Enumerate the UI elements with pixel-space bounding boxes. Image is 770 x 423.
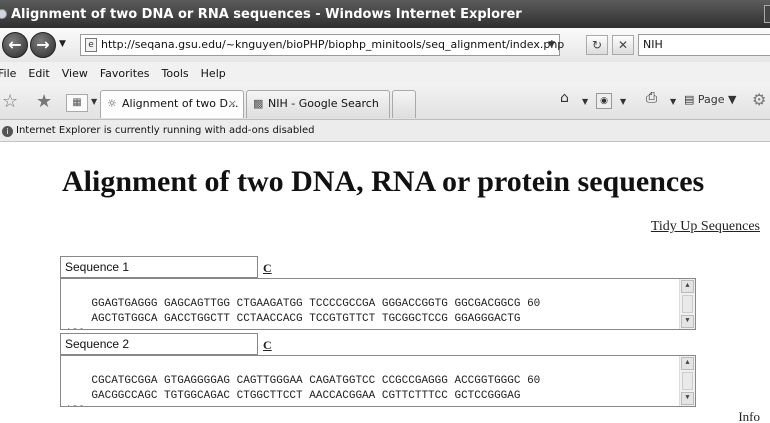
sequence2-textarea[interactable]: CGCATGCGGA GTGAGGGGAG CAGTTGGGAA CAGATGG…: [60, 355, 696, 407]
refresh-button[interactable]: ↻: [586, 35, 608, 55]
sequence1-scrollbar[interactable]: ▲ ▼: [679, 279, 695, 329]
sequence2-clear-link[interactable]: C: [263, 338, 272, 353]
menu-item-view[interactable]: View: [62, 67, 88, 80]
recent-pages-dropdown-icon[interactable]: ▼: [59, 39, 66, 49]
quick-tabs-icon[interactable]: ▦: [66, 94, 88, 112]
home-icon[interactable]: ⌂: [560, 90, 569, 106]
stop-button[interactable]: ✕: [612, 35, 634, 55]
new-tab-button[interactable]: [392, 90, 416, 118]
address-dropdown-icon[interactable]: ▼: [548, 35, 555, 55]
feeds-dropdown-icon[interactable]: ▼: [620, 97, 626, 106]
information-bar[interactable]: i Internet Explorer is currently running …: [0, 120, 770, 142]
minimize-button[interactable]: [764, 5, 770, 23]
scroll-up-icon[interactable]: ▲: [681, 357, 694, 370]
print-dropdown-icon[interactable]: ▼: [670, 97, 676, 106]
menu-item-edit[interactable]: Edit: [28, 67, 49, 80]
menu-item-tools[interactable]: Tools: [162, 67, 189, 80]
page-title: Alignment of two DNA, RNA or protein seq…: [62, 165, 705, 198]
info-label: Info: [738, 409, 760, 423]
sequence2-scrollbar[interactable]: ▲ ▼: [679, 356, 695, 406]
sequence1-text: GGAGTGAGGG GAGCAGTTGG CTGAAGATGG TCCCCGC…: [65, 298, 541, 329]
sequence1-name-field[interactable]: Sequence 1: [60, 256, 258, 278]
sequence1-textarea[interactable]: GGAGTGAGGG GAGCAGTTGG CTGAAGATGG TCCCCGC…: [60, 278, 696, 330]
tab-alignment-label: Alignment of two D...: [122, 97, 239, 110]
address-toolbar: ← → ▼ e http://seqana.gsu.edu/~knguyen/b…: [0, 28, 770, 62]
home-dropdown-icon[interactable]: ▼: [582, 97, 588, 106]
ie-page-icon: ☼: [107, 97, 117, 110]
tab-nih-google-search[interactable]: ▩ NIH - Google Search: [246, 90, 390, 118]
menu-bar: File Edit View Favorites Tools Help: [0, 62, 770, 84]
back-button[interactable]: ←: [2, 32, 28, 58]
sequence2-name-field[interactable]: Sequence 2: [60, 333, 258, 355]
sequence2-text: CGCATGCGGA GTGAGGGGAG CAGTTGGGAA CAGATGG…: [65, 375, 541, 406]
tab-list-dropdown-icon[interactable]: ▼: [91, 97, 97, 106]
window-title-bar: Alignment of two DNA or RNA sequences - …: [0, 0, 770, 28]
favorites-star-icon[interactable]: ☆: [2, 91, 18, 112]
search-input[interactable]: NIH: [638, 34, 770, 56]
tab-bar: ☆ ★ ▦ ▼ ☼ Alignment of two D... × ▩ NIH - …: [0, 84, 770, 120]
google-icon: ▩: [253, 97, 264, 110]
menu-item-favorites[interactable]: Favorites: [100, 67, 150, 80]
feeds-icon[interactable]: ◉: [596, 93, 612, 109]
window-title: Alignment of two DNA or RNA sequences - …: [11, 6, 522, 22]
tidy-up-sequences-link[interactable]: Tidy Up Sequences: [651, 219, 760, 235]
page-menu-button[interactable]: ▤ Page ▼: [684, 93, 737, 106]
page-icon: e: [85, 38, 97, 52]
tab-nih-label: NIH - Google Search: [268, 97, 379, 110]
tab-alignment[interactable]: ☼ Alignment of two D... ×: [100, 90, 244, 118]
page-content: Alignment of two DNA, RNA or protein seq…: [0, 143, 770, 423]
scroll-thumb[interactable]: [682, 372, 693, 390]
information-bar-text: Internet Explorer is currently running w…: [16, 125, 315, 136]
scroll-thumb[interactable]: [682, 295, 693, 313]
url-input[interactable]: http://seqana.gsu.edu/~knguyen/bioPHP/bi…: [101, 35, 564, 55]
info-icon: i: [2, 126, 13, 137]
scroll-up-icon[interactable]: ▲: [681, 280, 694, 293]
menu-item-file[interactable]: File: [0, 67, 16, 80]
tools-gear-icon[interactable]: ⚙: [752, 90, 766, 109]
menu-item-help[interactable]: Help: [201, 67, 226, 80]
forward-button[interactable]: →: [30, 32, 56, 58]
scroll-down-icon[interactable]: ▼: [681, 315, 694, 328]
add-favorites-icon[interactable]: ★: [36, 91, 52, 112]
close-tab-icon[interactable]: ×: [228, 91, 237, 117]
ie-app-icon: [0, 9, 7, 19]
print-icon[interactable]: ⎙: [646, 90, 657, 106]
address-bar[interactable]: e http://seqana.gsu.edu/~knguyen/bioPHP/…: [80, 34, 564, 56]
scroll-down-icon[interactable]: ▼: [681, 392, 694, 405]
page-menu-label: Page: [697, 93, 725, 106]
sequence1-clear-link[interactable]: C: [263, 261, 272, 276]
